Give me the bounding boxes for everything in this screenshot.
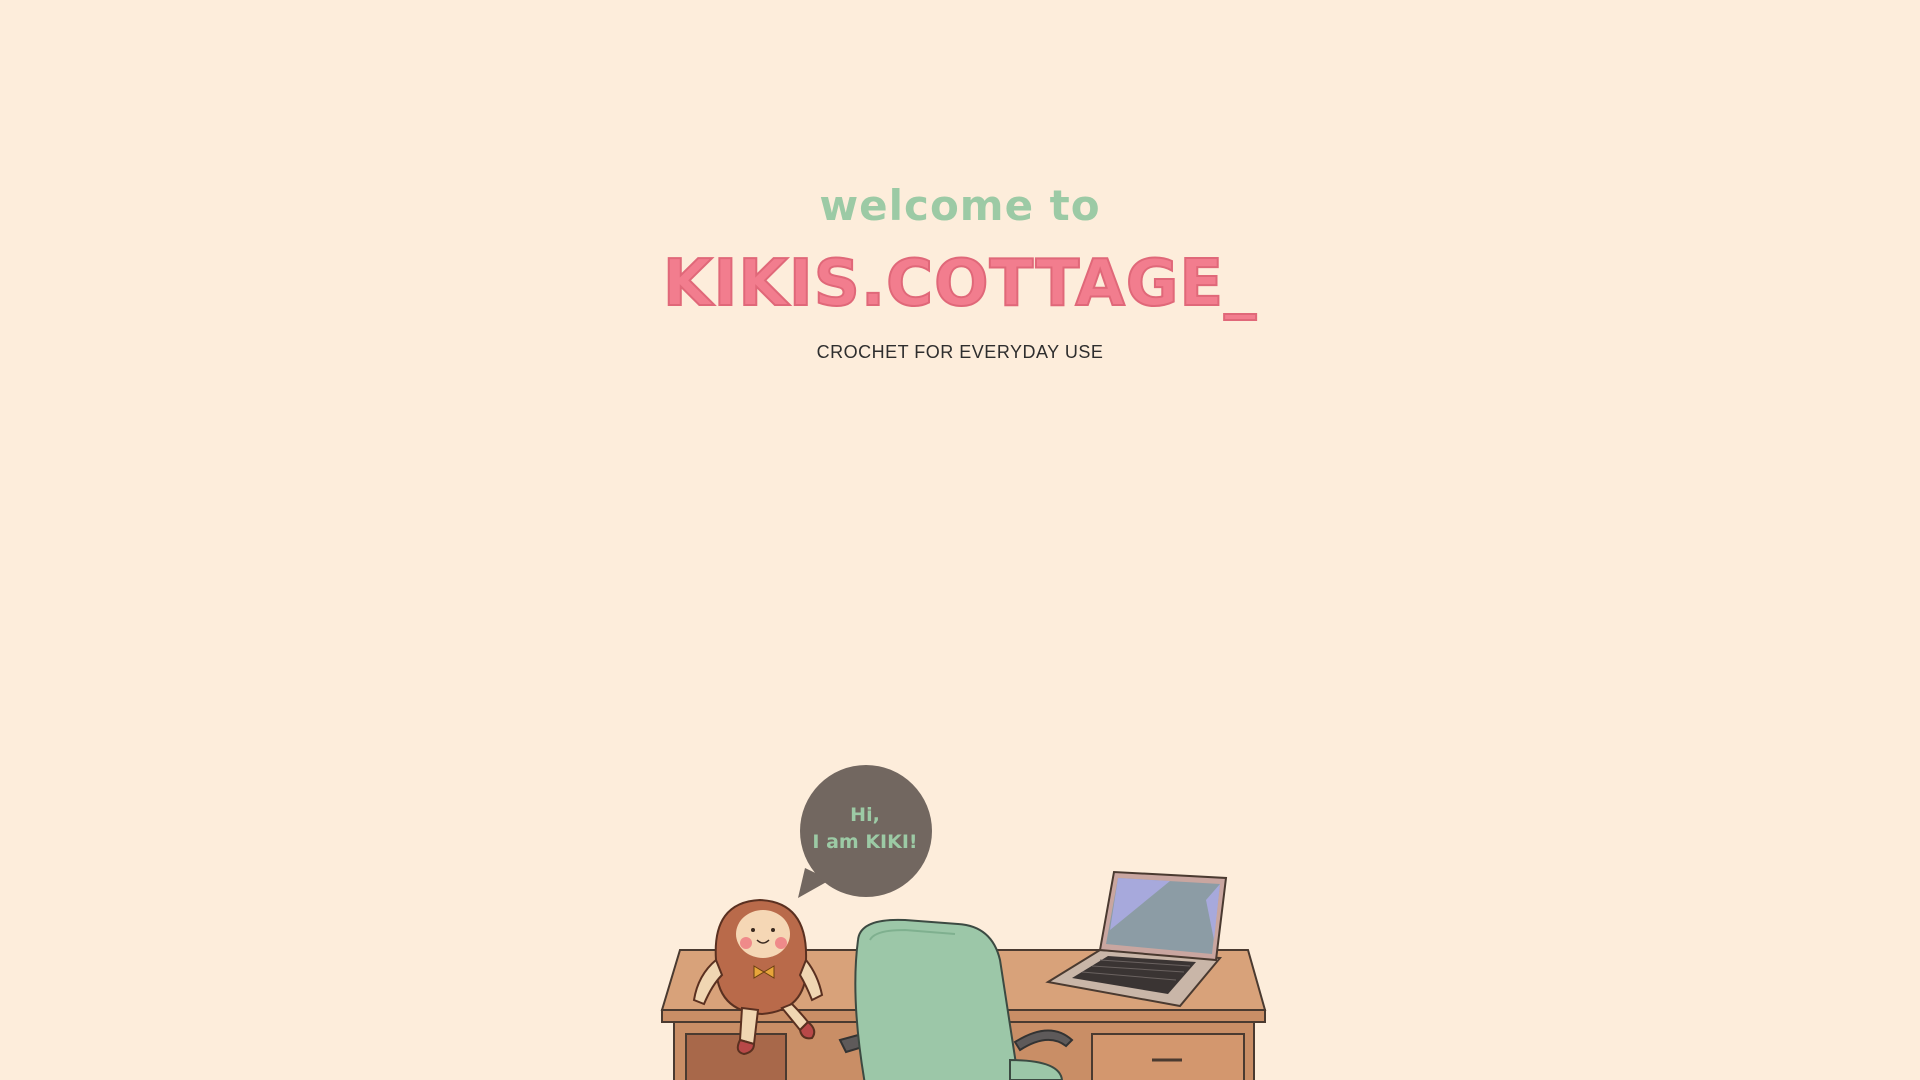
- speech-bubble-text: Hi, I am KIKI!: [795, 802, 935, 856]
- speech-bubble-line-2: I am KIKI!: [812, 831, 918, 853]
- desk-scene: [660, 765, 1267, 1080]
- speech-bubble-line-1: Hi,: [850, 804, 880, 826]
